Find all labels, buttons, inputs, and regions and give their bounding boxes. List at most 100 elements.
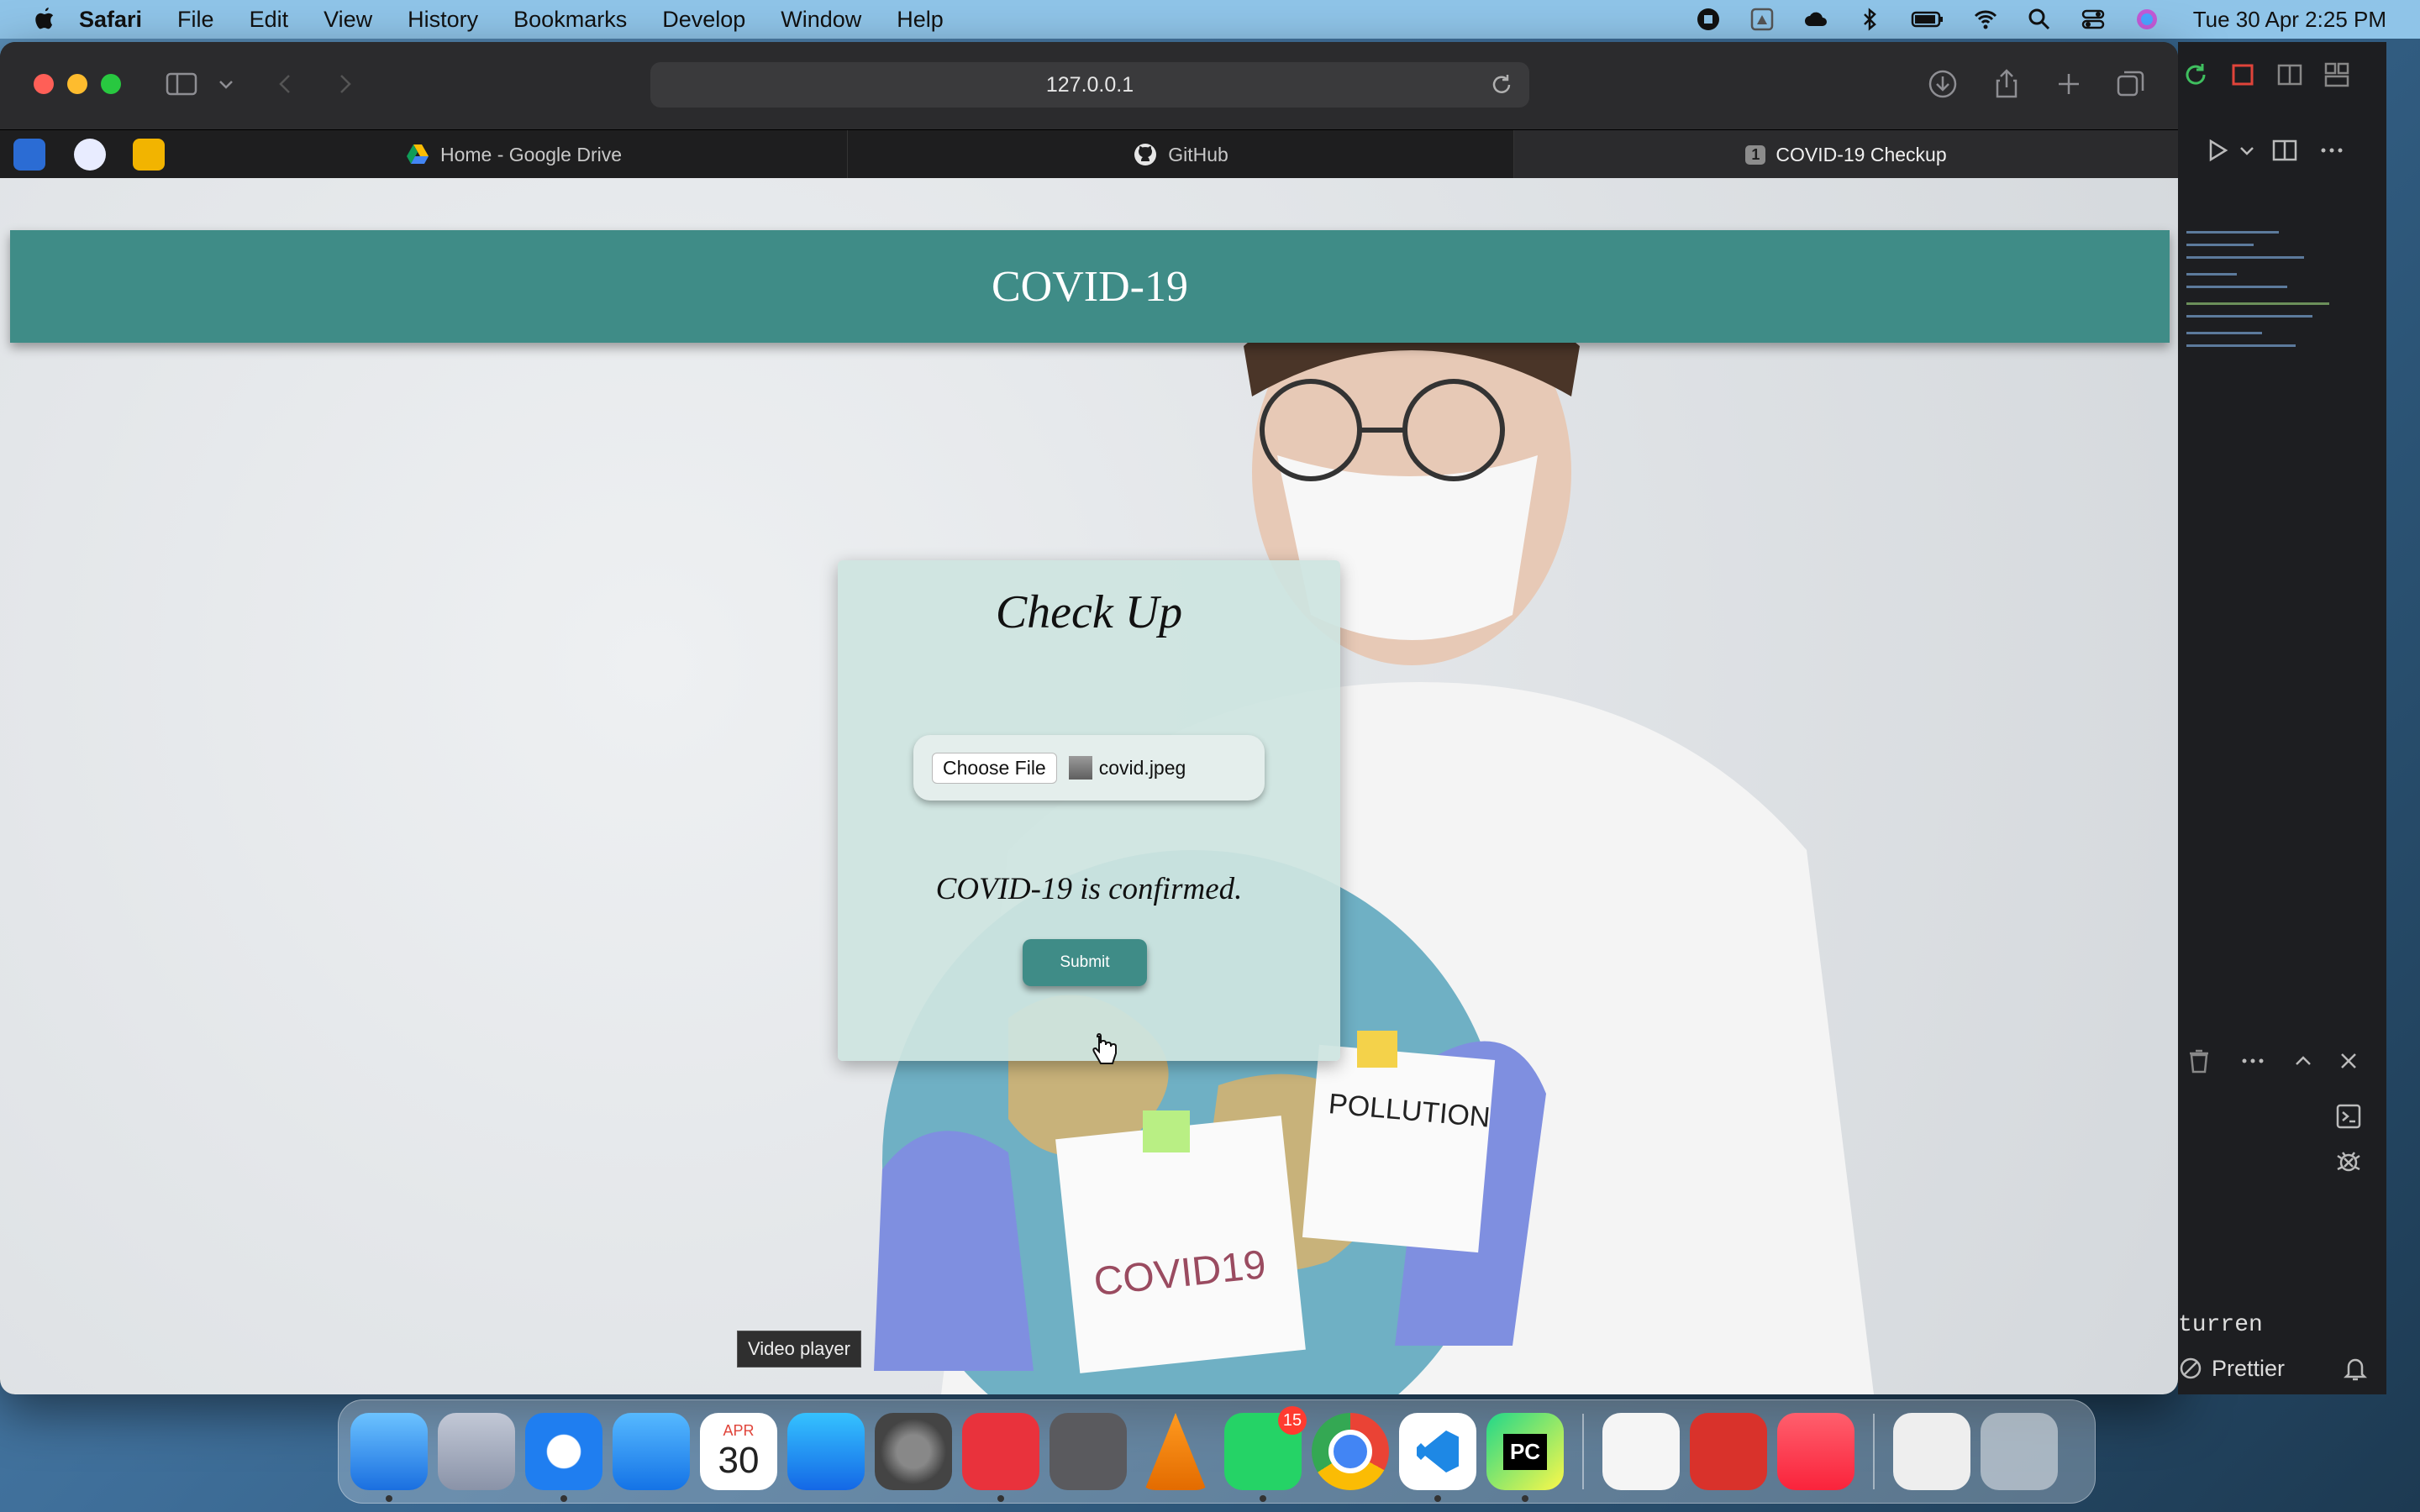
calendar-day: 30	[718, 1439, 760, 1481]
menu-view[interactable]: View	[324, 7, 372, 33]
new-tab-icon[interactable]	[2052, 67, 2086, 101]
submit-button[interactable]: Submit	[1023, 939, 1147, 986]
textedit-icon[interactable]	[1602, 1413, 1680, 1490]
pycharm-icon[interactable]: PC	[1486, 1413, 1564, 1502]
wifi-icon[interactable]	[1973, 7, 1998, 32]
menu-develop[interactable]: Develop	[662, 7, 745, 33]
trash-icon[interactable]	[1981, 1413, 2058, 1490]
code-line	[2186, 273, 2237, 276]
github-icon	[1134, 144, 1157, 165]
hand-cursor-icon	[1092, 1033, 1117, 1064]
menu-file[interactable]: File	[177, 7, 214, 33]
running-indicator	[1434, 1495, 1441, 1502]
finder-icon[interactable]	[350, 1413, 428, 1502]
pdf-document-icon[interactable]	[1893, 1413, 1970, 1490]
menu-clock[interactable]: Tue 30 Apr 2:25 PM	[2193, 7, 2386, 33]
siri-icon[interactable]	[2134, 7, 2160, 32]
status-icons: Tue 30 Apr 2:25 PM	[1696, 0, 2386, 39]
apple-icon[interactable]	[34, 7, 55, 32]
running-indicator	[560, 1495, 567, 1502]
chevron-down-icon[interactable]	[213, 67, 239, 101]
code-line	[2186, 315, 2312, 318]
close-window-button[interactable]	[34, 74, 54, 94]
menu-edit[interactable]: Edit	[250, 7, 289, 33]
safari-icon[interactable]	[525, 1413, 602, 1502]
calculator-icon[interactable]	[1050, 1413, 1127, 1490]
layout-icon[interactable]	[2323, 60, 2351, 89]
favorite-crown-icon[interactable]	[133, 139, 165, 171]
menu-bookmarks[interactable]: Bookmarks	[513, 7, 627, 33]
sidebar-toggle-icon[interactable]	[165, 67, 198, 101]
google-drive-icon	[406, 144, 429, 164]
bluetooth-icon[interactable]	[1857, 7, 1882, 32]
cloud-icon[interactable]	[1803, 7, 1828, 32]
vscode-icon[interactable]	[1399, 1413, 1476, 1502]
debug-icon[interactable]	[2334, 1147, 2363, 1176]
calendar-icon[interactable]: APR 30	[700, 1413, 777, 1490]
record-stop-icon[interactable]	[1696, 7, 1721, 32]
address-text: 127.0.0.1	[1045, 72, 1134, 97]
menu-app-name[interactable]: Safari	[79, 7, 142, 33]
search-icon[interactable]	[2027, 7, 2052, 32]
mail-icon[interactable]	[613, 1413, 690, 1490]
tab-overview-icon[interactable]	[2114, 67, 2148, 101]
favorite-globe-icon[interactable]	[74, 139, 106, 171]
run-icon[interactable]	[2203, 136, 2232, 165]
chrome-icon[interactable]	[1312, 1413, 1389, 1490]
chevron-down-icon[interactable]	[2237, 136, 2257, 165]
code-line	[2186, 256, 2304, 259]
close-icon[interactable]	[2334, 1047, 2363, 1075]
zoom-window-button[interactable]	[101, 74, 121, 94]
code-line	[2186, 244, 2254, 246]
music-icon[interactable]	[1777, 1413, 1854, 1490]
restart-icon[interactable]	[2181, 60, 2210, 89]
trash-icon[interactable]	[2185, 1047, 2213, 1075]
tab-google-drive[interactable]: Home - Google Drive	[180, 130, 848, 179]
code-line	[2186, 332, 2262, 334]
tab-label: COVID-19 Checkup	[1776, 143, 1947, 165]
tab-count-badge: 1	[1745, 144, 1766, 165]
dock-separator	[1582, 1414, 1584, 1489]
system-settings-icon[interactable]	[875, 1413, 952, 1490]
tab-covid-checkup[interactable]: 1 COVID-19 Checkup	[1514, 130, 2178, 179]
code-editor-panel: turren Prettier	[2178, 42, 2386, 1394]
prettier-disabled-icon	[2180, 1357, 2202, 1379]
reload-icon[interactable]	[1489, 72, 1514, 97]
menu-window[interactable]: Window	[781, 7, 861, 33]
favorite-c-icon[interactable]	[13, 139, 45, 171]
terminal-icon[interactable]	[2334, 1102, 2363, 1131]
forward-icon[interactable]	[328, 67, 361, 101]
focus-music-icon[interactable]	[962, 1413, 1039, 1502]
file-upload-field[interactable]: Choose File covid.jpeg	[913, 735, 1265, 801]
battery-icon[interactable]	[1911, 7, 1944, 32]
bell-icon[interactable]	[2341, 1354, 2370, 1383]
control-center-icon[interactable]	[2081, 7, 2106, 32]
more-icon[interactable]	[2317, 136, 2346, 165]
menu-history[interactable]: History	[408, 7, 478, 33]
drive-sync-icon[interactable]	[1749, 7, 1775, 32]
running-indicator	[1260, 1495, 1266, 1502]
whatsapp-icon[interactable]: 15	[1224, 1406, 1307, 1502]
share-icon[interactable]	[1990, 67, 2023, 101]
split-view-icon[interactable]	[2270, 136, 2299, 165]
download-icon[interactable]	[1926, 67, 1960, 101]
menu-help[interactable]: Help	[897, 7, 944, 33]
choose-file-button[interactable]: Choose File	[932, 752, 1057, 784]
chevron-up-icon[interactable]	[2289, 1047, 2317, 1075]
photo-booth-icon[interactable]	[1690, 1413, 1767, 1490]
app-store-icon[interactable]	[787, 1413, 865, 1490]
dock: APR 30 15 PC	[338, 1399, 2096, 1504]
minimize-window-button[interactable]	[67, 74, 87, 94]
more-icon[interactable]	[2238, 1047, 2267, 1075]
safari-window: 127.0.0.1 Home - Google Drive GitHub 1 C…	[0, 42, 2178, 1394]
stop-icon[interactable]	[2228, 60, 2257, 89]
split-editor-icon[interactable]	[2275, 60, 2304, 89]
file-thumbnail-icon	[1068, 756, 1092, 780]
vlc-icon[interactable]	[1144, 1413, 1207, 1490]
terminal-text: turren	[2178, 1312, 2263, 1338]
prettier-status[interactable]: Prettier	[2212, 1356, 2285, 1382]
launchpad-icon[interactable]	[438, 1413, 515, 1490]
tab-github[interactable]: GitHub	[848, 130, 1514, 179]
address-bar[interactable]: 127.0.0.1	[650, 62, 1529, 108]
back-icon[interactable]	[269, 67, 302, 101]
